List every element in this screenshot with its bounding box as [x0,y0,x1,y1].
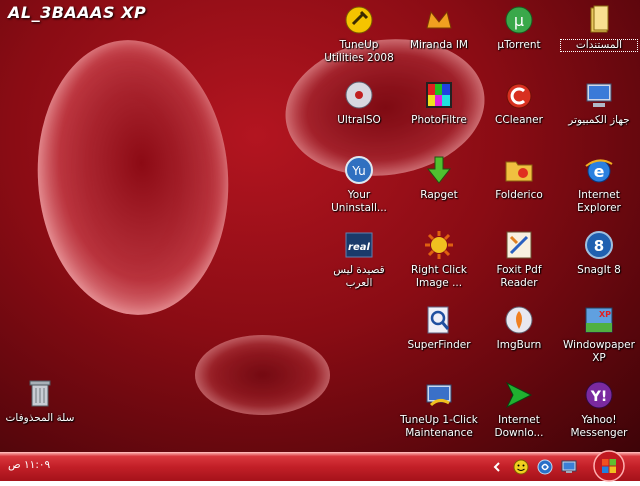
desktop-icon-utorrent[interactable]: µ µTorrent [480,4,558,52]
icon-label: SnagIt 8 [577,264,621,276]
desktop-icon-my-computer[interactable]: جهاز الكمبيوتر [560,79,638,127]
snagit-tray-icon[interactable] [536,458,554,476]
desktop-icon-internet-download[interactable]: Internet Downlo... [480,379,558,439]
desktop-icon-tuneup-utilities[interactable]: TuneUp Utilities 2008 [320,4,398,64]
desktop-icon-ultraiso[interactable]: UltraISO [320,79,398,127]
documents-folder-icon [583,4,615,36]
icon-label: µTorrent [497,39,541,51]
icon-label: المستندات [560,39,638,52]
superfinder-icon [423,304,455,336]
system-tray [488,457,578,477]
tuneup-1click-icon [423,379,455,411]
yahoo-messenger-icon: Y! [583,379,615,411]
icon-label: UltraISO [337,114,381,126]
desktop[interactable]: AL_3BAAAS XP TuneUp Utilities 2008 Miran… [0,0,640,452]
icon-label: PhotoFiltre [411,114,467,126]
desktop-icon-miranda-im[interactable]: Miranda IM [400,4,478,52]
blood-cell-decoration [195,335,330,415]
desktop-watermark: AL_3BAAAS XP [8,3,147,22]
desktop-icon-rapget[interactable]: Rapget [400,154,478,202]
icon-label: Internet Explorer [577,189,621,214]
desktop-icon-internet-explorer[interactable]: e Internet Explorer [560,154,638,214]
icon-label: Right Click Image ... [410,264,467,289]
desktop-icon-your-uninstaller[interactable]: Yu Your Uninstall... [320,154,398,214]
svg-text:real: real [348,242,370,253]
svg-text:8: 8 [594,237,604,255]
desktop-icon-ccleaner[interactable]: CCleaner [480,79,558,127]
taskbar-clock[interactable]: ١١:٠٩ ص [8,459,50,471]
internet-download-icon [503,379,535,411]
internet-explorer-icon: e [583,154,615,186]
desktop-icon-snagit[interactable]: 8 SnagIt 8 [560,229,638,277]
desktop-icon-windowpaper-xp[interactable]: XP Windowpaper XP [560,304,638,364]
recycle-bin-icon [24,377,56,409]
snagit-icon: 8 [583,229,615,261]
icon-label: سلة المحذوفات [5,412,75,424]
yahoo-tray-icon[interactable] [512,458,530,476]
icon-label: Internet Downlo... [494,414,544,439]
icon-label: Foxit Pdf Reader [496,264,542,289]
taskbar[interactable]: ١١:٠٩ ص [0,452,640,481]
utorrent-icon: µ [503,4,535,36]
icon-label: قصيدة ليس العرب [333,264,385,289]
icon-label: Yahoo! Messenger [570,414,628,439]
desktop-icon-documents[interactable]: المستندات [560,4,638,52]
ccleaner-icon [503,79,535,111]
icon-label: TuneUp 1-Click Maintenance [400,414,478,439]
blood-cell-decoration [28,33,238,322]
desktop-icon-right-click-image[interactable]: Right Click Image ... [400,229,478,289]
icon-label: Windowpaper XP [563,339,635,364]
chevron-left-icon[interactable] [488,458,506,476]
my-computer-icon [583,79,615,111]
svg-text:Y!: Y! [590,389,608,405]
desktop-icon-photofiltre[interactable]: PhotoFiltre [400,79,478,127]
icon-label: SuperFinder [407,339,471,351]
icon-label: ImgBurn [496,339,542,351]
icon-label: Miranda IM [410,39,468,51]
svg-text:Yu: Yu [351,164,366,178]
icon-label: TuneUp Utilities 2008 [324,39,394,64]
icon-label: Rapget [420,189,458,201]
right-click-image-icon [423,229,455,261]
windowpaper-xp-icon: XP [583,304,615,336]
network-tray-icon[interactable] [560,458,578,476]
photofiltre-icon [423,79,455,111]
tuneup-utilities-icon [343,4,375,36]
realplayer-icon: real [343,229,375,261]
desktop-icon-folderico[interactable]: Folderico [480,154,558,202]
icon-label: Your Uninstall... [331,189,387,214]
icon-label: جهاز الكمبيوتر [568,114,630,126]
desktop-icon-superfinder[interactable]: SuperFinder [400,304,478,352]
icon-label: Folderico [495,189,543,201]
ultraiso-icon [343,79,375,111]
icon-label: CCleaner [495,114,543,126]
desktop-icon-yahoo-messenger[interactable]: Y! Yahoo! Messenger [560,379,638,439]
rapget-icon [423,154,455,186]
desktop-icon-imgburn[interactable]: ImgBurn [480,304,558,352]
foxit-pdf-reader-icon [503,229,535,261]
desktop-icon-foxit-pdf-reader[interactable]: Foxit Pdf Reader [480,229,558,289]
desktop-icon-recycle-bin[interactable]: سلة المحذوفات [1,377,79,425]
svg-text:XP: XP [599,310,611,319]
start-orb-icon[interactable] [592,450,626,482]
svg-text:µ: µ [514,11,524,30]
desktop-icon-tuneup-1click[interactable]: TuneUp 1-Click Maintenance [400,379,478,439]
folderico-icon [503,154,535,186]
desktop-icon-realplayer-poem[interactable]: real قصيدة ليس العرب [320,229,398,289]
svg-text:e: e [594,162,605,181]
imgburn-icon [503,304,535,336]
your-uninstaller-icon: Yu [343,154,375,186]
miranda-im-icon [423,4,455,36]
